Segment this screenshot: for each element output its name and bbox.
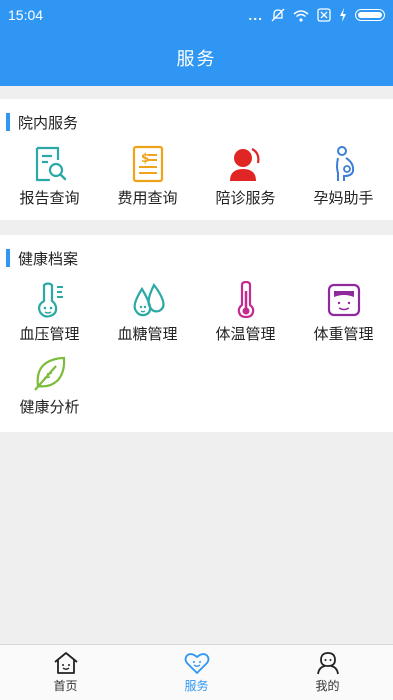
scale-icon (327, 283, 360, 317)
page-header: 服务 (0, 30, 393, 86)
sim-icon (317, 8, 331, 22)
tab-home[interactable]: 首页 (6, 651, 126, 694)
service-label: 孕妈助手 (313, 189, 374, 207)
section-header: 院内服务 (0, 99, 393, 145)
section-health-records: 健康档案 血压管理 血糖管理 体温管理 体重管理 健康分析 (0, 235, 393, 432)
tab-label: 我的 (315, 679, 340, 693)
health-label: 体温管理 (215, 325, 276, 343)
tab-label: 服务 (184, 679, 209, 693)
svg-text:$: $ (141, 151, 149, 165)
section-accent-bar (6, 113, 10, 131)
blood-pressure-icon (37, 282, 63, 318)
status-bar: 15:04 ... (0, 0, 393, 30)
service-report-search[interactable]: 报告查询 (1, 145, 99, 218)
wifi-icon (293, 9, 309, 22)
health-grid: 血压管理 血糖管理 体温管理 体重管理 健康分析 (0, 281, 393, 427)
service-companion[interactable]: 陪诊服务 (197, 145, 295, 218)
tab-service[interactable]: 服务 (137, 651, 257, 694)
user-icon (316, 652, 339, 675)
health-label: 健康分析 (19, 398, 80, 416)
charging-icon (340, 8, 346, 22)
service-bill-search[interactable]: $ 费用查询 (99, 145, 197, 218)
service-grid: 报告查询 $ 费用查询 陪诊服务 孕妈助手 (0, 145, 393, 218)
section-header: 健康档案 (0, 235, 393, 281)
mute-bell-icon (271, 8, 285, 22)
section-title: 院内服务 (18, 113, 79, 132)
health-blood-pressure[interactable]: 血压管理 (1, 281, 99, 354)
bottom-tab-bar: 首页 服务 我的 (0, 644, 393, 700)
service-label: 陪诊服务 (215, 189, 276, 207)
bill-icon: $ (132, 145, 163, 183)
tab-label: 首页 (53, 679, 78, 693)
service-label: 费用查询 (117, 189, 178, 207)
section-title: 健康档案 (18, 249, 79, 268)
health-label: 血压管理 (19, 325, 80, 343)
health-label: 血糖管理 (117, 325, 178, 343)
battery-icon (355, 9, 385, 21)
section-hospital-services: 院内服务 报告查询 $ 费用查询 陪诊服务 孕妈助手 (0, 99, 393, 220)
leaf-icon (33, 356, 65, 391)
thermometer-icon (237, 281, 254, 319)
page-title: 服务 (176, 49, 217, 70)
heart-icon (184, 653, 209, 674)
tab-mine[interactable]: 我的 (268, 651, 388, 694)
more-dots-icon: ... (248, 7, 263, 23)
companion-icon (229, 148, 259, 181)
blood-sugar-icon (133, 282, 165, 317)
health-analysis[interactable]: 健康分析 (1, 354, 99, 427)
health-temperature[interactable]: 体温管理 (197, 281, 295, 354)
home-icon (53, 652, 78, 674)
health-label: 体重管理 (313, 325, 374, 343)
health-blood-sugar[interactable]: 血糖管理 (99, 281, 197, 354)
report-search-icon (35, 146, 66, 182)
health-weight[interactable]: 体重管理 (295, 281, 393, 354)
service-label: 报告查询 (19, 189, 80, 207)
status-time: 15:04 (8, 7, 44, 23)
status-icons: ... (248, 7, 385, 23)
pregnant-icon (335, 146, 354, 181)
section-accent-bar (6, 249, 10, 267)
service-pregnancy-assistant[interactable]: 孕妈助手 (295, 145, 393, 218)
